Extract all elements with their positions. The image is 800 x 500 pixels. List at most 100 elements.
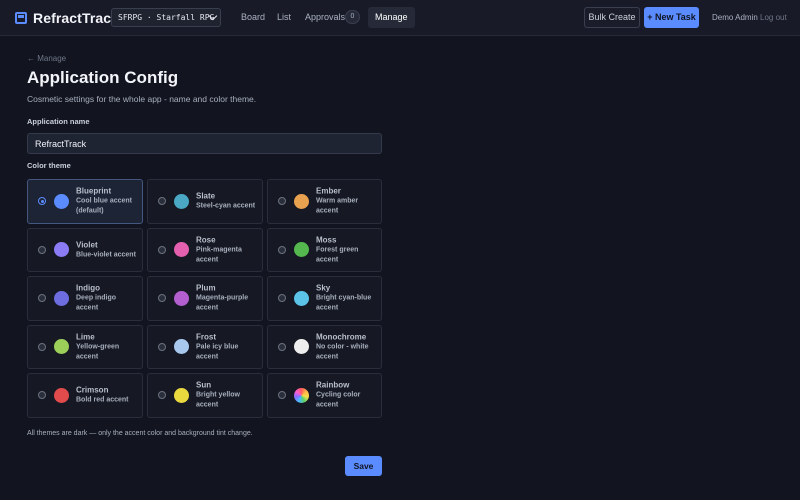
theme-name: Sky: [316, 283, 331, 293]
theme-text: Ember Warm amber accent: [316, 186, 380, 217]
theme-name: Sun: [196, 380, 212, 390]
theme-radio[interactable]: [38, 342, 46, 351]
theme-color-swatch: [54, 387, 69, 403]
theme-text: Plum Magenta-purple accent: [196, 283, 260, 314]
theme-radio[interactable]: [158, 342, 166, 351]
theme-option-plum[interactable]: Plum Magenta-purple accent: [147, 276, 263, 321]
theme-text: Sky Bright cyan-blue accent: [316, 283, 380, 314]
theme-radio[interactable]: [278, 245, 286, 254]
theme-grid: Blueprint Cool blue accent (default) Slate…: [27, 179, 382, 418]
theme-name: Slate: [196, 191, 216, 201]
project-select-value: SFRPG · Starfall RPG: [118, 13, 215, 22]
theme-option-violet[interactable]: Violet Blue-violet accent: [27, 227, 143, 272]
theme-name: Moss: [316, 235, 337, 245]
theme-description: Bold red accent: [76, 396, 129, 404]
theme-text: Rainbow Cycling color accent: [316, 380, 380, 411]
nav-list[interactable]: List: [277, 12, 291, 22]
theme-option-frost[interactable]: Frost Pale icy blue accent: [147, 324, 263, 369]
theme-text: Moss Forest green accent: [316, 234, 380, 265]
color-theme-label: Color theme: [27, 161, 71, 170]
theme-color-swatch: [54, 339, 69, 355]
save-button[interactable]: Save: [345, 456, 382, 476]
theme-radio[interactable]: [38, 197, 46, 206]
user-name: Demo Admin: [712, 13, 758, 22]
theme-description: Magenta-purple accent: [196, 294, 249, 312]
theme-text: Monochrome No color - white accent: [316, 331, 380, 362]
theme-option-lime[interactable]: Lime Yellow-green accent: [27, 324, 143, 369]
theme-color-swatch: [294, 387, 309, 403]
theme-text: Slate Steel-cyan accent: [196, 191, 260, 212]
theme-radio[interactable]: [278, 197, 286, 206]
theme-name: Rainbow: [316, 380, 350, 390]
project-select[interactable]: SFRPG · Starfall RPG: [111, 8, 221, 27]
theme-color-swatch: [294, 290, 309, 306]
theme-description: No color - white accent: [316, 343, 369, 361]
theme-color-swatch: [174, 290, 189, 306]
theme-name: Lime: [76, 332, 95, 342]
theme-name: Monochrome: [316, 332, 367, 342]
theme-option-sky[interactable]: Sky Bright cyan-blue accent: [267, 276, 382, 321]
theme-description: Deep indigo accent: [76, 294, 117, 312]
page-subtitle: Cosmetic settings for the whole app - na…: [27, 94, 257, 104]
brand-title: RefractTrack: [33, 9, 120, 26]
theme-name: Rose: [196, 235, 216, 245]
theme-option-moss[interactable]: Moss Forest green accent: [267, 227, 382, 272]
theme-radio[interactable]: [278, 294, 286, 303]
theme-option-monochrome[interactable]: Monochrome No color - white accent: [267, 324, 382, 369]
theme-option-indigo[interactable]: Indigo Deep indigo accent: [27, 276, 143, 321]
theme-text: Lime Yellow-green accent: [76, 331, 140, 362]
theme-description: Bright cyan-blue accent: [316, 294, 372, 312]
theme-radio[interactable]: [38, 391, 46, 400]
theme-text: Frost Pale icy blue accent: [196, 331, 260, 362]
theme-radio[interactable]: [158, 391, 166, 400]
theme-text: Violet Blue-violet accent: [76, 239, 140, 260]
theme-radio[interactable]: [38, 294, 46, 303]
new-task-button[interactable]: + New Task: [644, 7, 699, 28]
theme-radio[interactable]: [158, 245, 166, 254]
theme-text: Sun Bright yellow accent: [196, 380, 260, 411]
theme-radio[interactable]: [158, 197, 166, 206]
theme-color-swatch: [174, 339, 189, 355]
theme-color-swatch: [174, 387, 189, 403]
theme-option-crimson[interactable]: Crimson Bold red accent: [27, 373, 143, 418]
theme-name: Frost: [196, 332, 216, 342]
theme-text: Rose Pink-magenta accent: [196, 234, 260, 265]
nav-board[interactable]: Board: [241, 12, 265, 22]
theme-description: Cool blue accent (default): [76, 197, 133, 215]
theme-option-rose[interactable]: Rose Pink-magenta accent: [147, 227, 263, 272]
theme-radio[interactable]: [38, 245, 46, 254]
nav-manage[interactable]: Manage: [368, 7, 415, 28]
theme-radio[interactable]: [278, 342, 286, 351]
theme-description: Blue-violet accent: [76, 251, 136, 259]
theme-description: Bright yellow accent: [196, 391, 240, 409]
theme-option-sun[interactable]: Sun Bright yellow accent: [147, 373, 263, 418]
theme-color-swatch: [54, 290, 69, 306]
back-to-manage-link[interactable]: ← Manage: [27, 54, 66, 63]
theme-name: Blueprint: [76, 186, 112, 196]
app-name-input[interactable]: [27, 133, 382, 154]
theme-name: Plum: [196, 283, 216, 293]
theme-option-ember[interactable]: Ember Warm amber accent: [267, 179, 382, 224]
theme-radio[interactable]: [158, 294, 166, 303]
theme-color-swatch: [54, 242, 69, 258]
theme-description: Warm amber accent: [316, 197, 359, 215]
page-title: Application Config: [27, 68, 179, 87]
logout-link[interactable]: Log out: [760, 13, 787, 22]
top-bar: RefractTrack SFRPG · Starfall RPG Board …: [0, 0, 800, 36]
theme-option-blueprint[interactable]: Blueprint Cool blue accent (default): [27, 179, 143, 224]
themes-footer-note: All themes are dark — only the accent co…: [27, 430, 253, 437]
theme-color-swatch: [294, 339, 309, 355]
nav-approvals[interactable]: Approvals: [305, 12, 345, 22]
theme-color-swatch: [174, 193, 189, 209]
theme-text: Indigo Deep indigo accent: [76, 283, 140, 314]
theme-name: Violet: [76, 240, 98, 250]
theme-option-rainbow[interactable]: Rainbow Cycling color accent: [267, 373, 382, 418]
approvals-count-badge: 0: [345, 10, 360, 24]
theme-option-slate[interactable]: Slate Steel-cyan accent: [147, 179, 263, 224]
theme-radio[interactable]: [278, 391, 286, 400]
theme-text: Crimson Bold red accent: [76, 385, 140, 406]
brand[interactable]: RefractTrack: [15, 10, 119, 26]
theme-description: Cycling color accent: [316, 391, 361, 409]
bulk-create-button[interactable]: Bulk Create: [584, 7, 640, 28]
theme-color-swatch: [54, 193, 69, 209]
